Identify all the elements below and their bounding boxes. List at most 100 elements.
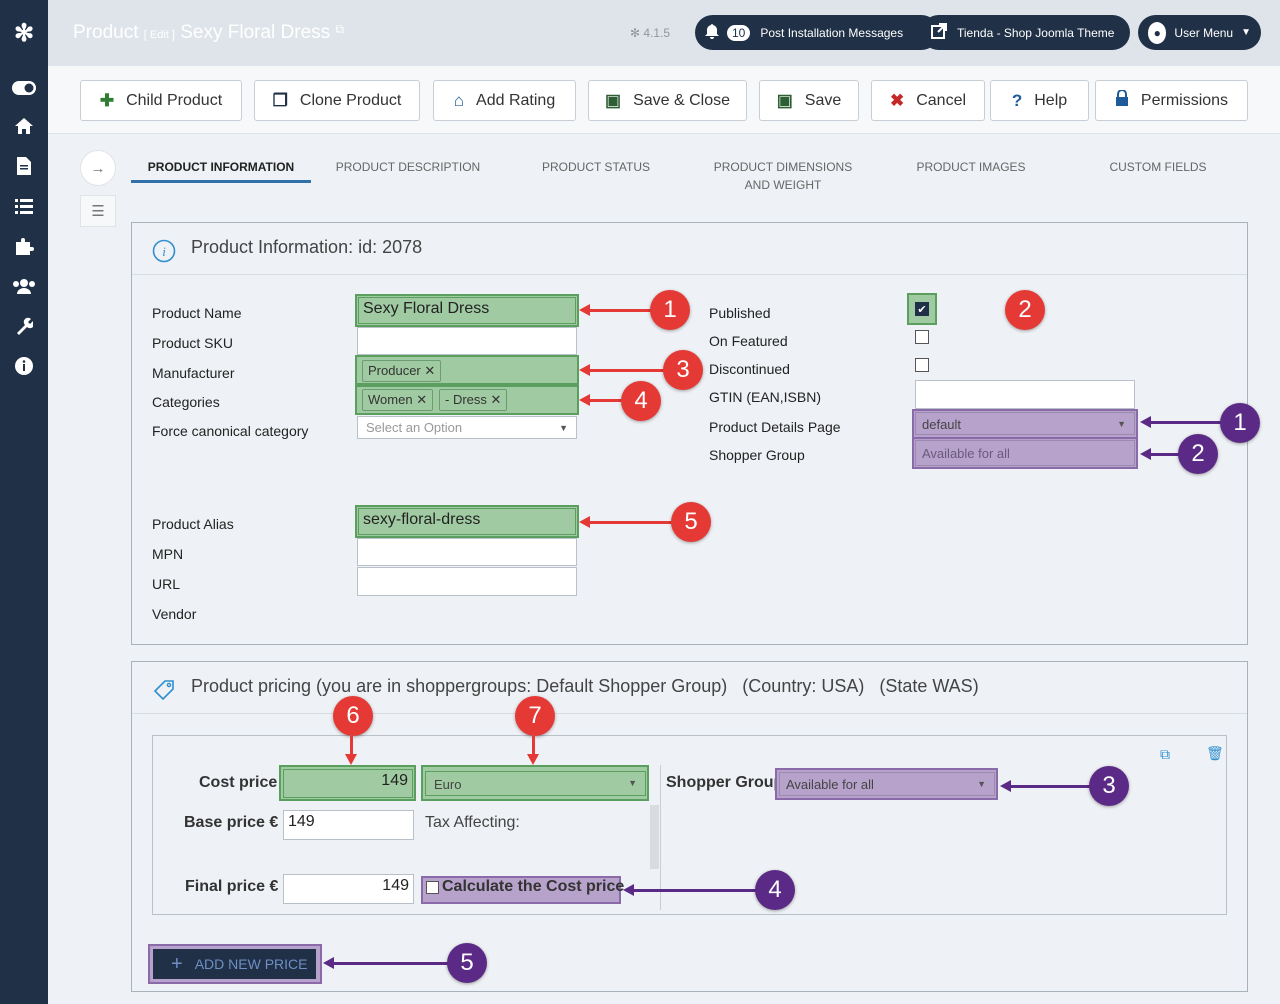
joomla-icon[interactable]: ✻	[0, 0, 48, 66]
user-icon: ●	[1148, 21, 1167, 44]
user-menu-button[interactable]: ● User Menu ▼	[1138, 15, 1261, 50]
shopper-group-label: Shopper Group	[709, 447, 805, 463]
joomla-small-icon: ✻	[630, 26, 641, 40]
manufacturer-tag[interactable]: Producer ✕	[362, 360, 442, 382]
base-price-input[interactable]: 149	[283, 810, 414, 840]
published-checkbox[interactable]: ✔	[915, 302, 929, 316]
cancel-button[interactable]: ✖ Cancel	[871, 80, 985, 121]
categories-label: Categories	[152, 394, 220, 410]
notification-count: 10	[727, 24, 751, 41]
chevron-down-icon: ▼	[559, 423, 568, 433]
child-product-button[interactable]: ✚ Child Product	[80, 80, 242, 121]
info-icon: i	[152, 239, 176, 268]
annotation-badge: 4	[621, 381, 661, 421]
mpn-input[interactable]	[357, 538, 577, 566]
final-price-label: Final price €	[185, 878, 279, 895]
save-button[interactable]: ▣ Save	[759, 80, 859, 121]
manufacturer-label: Manufacturer	[152, 365, 235, 381]
tab-product-status[interactable]: PRODUCT STATUS	[526, 158, 666, 176]
on-featured-checkbox[interactable]	[915, 330, 929, 344]
add-rating-button[interactable]: ⌂ Add Rating	[433, 80, 576, 121]
cost-price-input[interactable]: 149	[283, 769, 413, 798]
annotation-badge: 5	[671, 502, 711, 542]
final-price-input[interactable]: 149	[283, 874, 414, 904]
toggle-menu-icon[interactable]	[0, 68, 48, 108]
clone-product-button[interactable]: ❐ Clone Product	[254, 80, 420, 121]
extensions-icon[interactable]	[0, 226, 48, 266]
tab-product-images[interactable]: PRODUCT IMAGES	[900, 158, 1042, 176]
close-icon: ✖	[889, 90, 905, 110]
sidebar: ✻	[0, 0, 48, 1004]
clone-product-label: Clone Product	[299, 91, 402, 109]
annotation-badge: 2	[1005, 290, 1045, 330]
svg-text:i: i	[162, 244, 166, 259]
bell-icon	[705, 23, 719, 42]
annotation-arrow	[1140, 416, 1222, 428]
product-alias-input[interactable]: sexy-floral-dress	[358, 508, 576, 535]
remove-tag-icon[interactable]: ✕	[416, 392, 427, 407]
content-icon[interactable]	[0, 146, 48, 186]
system-icon[interactable]	[0, 306, 48, 346]
url-input[interactable]	[357, 567, 577, 596]
help-button[interactable]: ? Help	[990, 80, 1089, 121]
product-name-input[interactable]: Sexy Floral Dress	[358, 297, 576, 324]
category-tag-label: Women	[368, 392, 413, 407]
clone-price-icon[interactable]: ⧉	[1160, 746, 1170, 763]
base-price-label: Base price €	[184, 814, 279, 831]
calculate-cost-label: Calculate the Cost price	[442, 878, 625, 895]
annotation-badge: 7	[515, 696, 555, 736]
add-new-price-button[interactable]: + ADD NEW PRICE	[153, 949, 316, 979]
permissions-button[interactable]: Permissions	[1095, 80, 1248, 121]
chevron-down-icon: ▼	[977, 779, 986, 789]
discontinued-checkbox[interactable]	[915, 358, 929, 372]
category-tag-dress[interactable]: - Dress ✕	[439, 389, 508, 411]
hamburger-icon[interactable]: ☰	[80, 195, 116, 227]
plus-icon: ✚	[99, 90, 115, 110]
arrow-right-icon[interactable]: →	[80, 150, 116, 186]
add-new-price-label: ADD NEW PRICE	[194, 956, 308, 972]
force-canonical-select[interactable]: Select an Option ▼	[357, 416, 577, 439]
panel-header: i Product Information: id: 2078	[132, 223, 1247, 275]
remove-tag-icon[interactable]: ✕	[424, 363, 435, 378]
product-pricing-title: Product pricing (you are in shoppergroup…	[191, 676, 979, 696]
details-page-value: default	[922, 417, 962, 432]
gtin-input[interactable]	[915, 380, 1135, 409]
tab-custom-fields[interactable]: CUSTOM FIELDS	[1090, 158, 1226, 176]
list-icon[interactable]	[0, 186, 48, 226]
scrollbar[interactable]	[650, 805, 659, 869]
cancel-label: Cancel	[916, 91, 967, 109]
site-link-button[interactable]: Tienda - Shop Joomla Theme	[921, 15, 1130, 50]
force-canonical-label: Force canonical category	[152, 423, 309, 439]
annotation-arrow	[1140, 448, 1180, 460]
chevron-down-icon: ▼	[1117, 419, 1126, 429]
post-installation-button[interactable]: 10 Post Installation Messages	[695, 15, 939, 50]
url-label: URL	[152, 576, 181, 592]
currency-select[interactable]: Euro ▼	[425, 771, 646, 796]
shopper-group-select[interactable]: Available for all	[915, 440, 1135, 466]
calculate-cost-checkbox[interactable]	[426, 881, 439, 894]
panel-header: Product pricing (you are in shoppergroup…	[132, 662, 1247, 714]
annotation-arrow	[623, 884, 756, 896]
save-close-button[interactable]: ▣ Save & Close	[588, 80, 747, 121]
save-icon: ▣	[776, 90, 793, 110]
tab-product-dimensions[interactable]: PRODUCT DIMENSIONS AND WEIGHT	[708, 158, 858, 194]
external-link-icon[interactable]: ⧉	[335, 22, 344, 36]
shopper-group-price-select[interactable]: Available for all ▼	[779, 772, 995, 796]
vendor-label: Vendor	[152, 606, 197, 622]
home-icon[interactable]	[0, 106, 48, 146]
tab-product-information[interactable]: PRODUCT INFORMATION	[131, 158, 311, 176]
remove-tag-icon[interactable]: ✕	[491, 392, 502, 407]
annotation-badge: 5	[447, 943, 487, 983]
details-page-select[interactable]: default ▼	[915, 412, 1135, 435]
tab-product-description[interactable]: PRODUCT DESCRIPTION	[328, 158, 488, 176]
save-close-label: Save & Close	[633, 91, 730, 109]
product-sku-input[interactable]	[357, 327, 577, 355]
info-icon[interactable]	[0, 346, 48, 386]
active-tab-indicator	[131, 180, 311, 183]
trash-icon[interactable]: 🗑	[1206, 745, 1224, 762]
annotation-badge: 1	[650, 290, 690, 330]
annotation-badge: 6	[333, 696, 373, 736]
category-tag-women[interactable]: Women ✕	[362, 389, 434, 411]
save-icon: ▣	[605, 90, 622, 110]
users-icon[interactable]	[0, 266, 48, 306]
